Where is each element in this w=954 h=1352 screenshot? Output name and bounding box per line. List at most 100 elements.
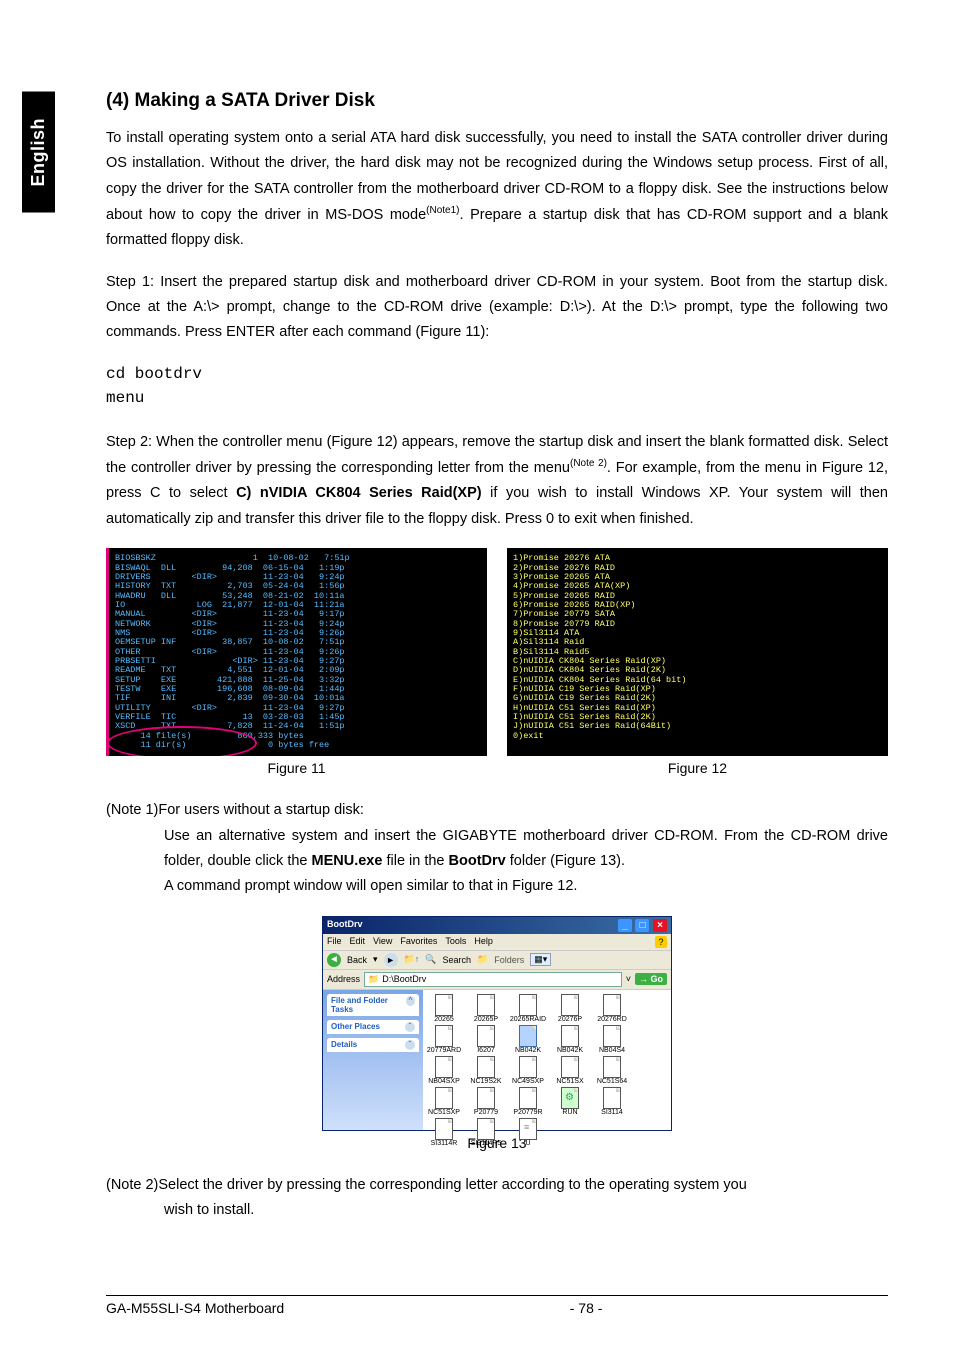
sidebar-details[interactable]: Details ˇ <box>327 1038 419 1052</box>
back-label[interactable]: Back <box>347 955 367 965</box>
note1-bold2: BootDrv <box>449 853 506 869</box>
note2-superscript: (Note 2) <box>570 458 607 469</box>
forward-icon[interactable]: ► <box>384 953 398 967</box>
sidebar-other-places[interactable]: Other Placesˇ <box>327 1020 419 1034</box>
go-label: Go <box>651 974 664 984</box>
file-item[interactable]: NB04S4 <box>593 1025 631 1054</box>
file-item[interactable]: NC51S64 <box>593 1056 631 1085</box>
file-label: NC51SX <box>551 1078 589 1085</box>
sidebar-file-tasks[interactable]: File and Folder Tasks^ <box>327 994 419 1016</box>
close-icon[interactable]: × <box>653 919 667 932</box>
address-label: Address <box>327 974 360 984</box>
explorer-titlebar: BootDrv _ □ × <box>323 917 671 934</box>
file-item[interactable]: 20276P <box>551 994 589 1023</box>
figure-13-explorer-window: BootDrv _ □ × File Edit View Favorites T… <box>322 916 672 1131</box>
note2-text-tail: wish to install. <box>164 1202 254 1218</box>
go-button[interactable]: → Go <box>635 973 667 985</box>
menu-help[interactable]: Help <box>474 936 493 948</box>
help-icon[interactable]: ? <box>655 936 667 948</box>
note1-superscript: (Note1) <box>426 205 459 216</box>
file-item[interactable]: 20265 <box>425 994 463 1023</box>
file-item[interactable]: 20779ARD <box>425 1025 463 1054</box>
minimize-icon[interactable]: _ <box>618 919 632 932</box>
sidebar-file-tasks-label: File and Folder Tasks <box>331 996 406 1014</box>
file-label: 20276P <box>551 1016 589 1023</box>
file-label: NC51SXP <box>425 1109 463 1116</box>
folders-label[interactable]: Folders <box>494 955 524 965</box>
views-icon[interactable]: ▦▾ <box>530 953 551 966</box>
file-label: NC51S64 <box>593 1078 631 1085</box>
file-icon <box>561 1087 579 1109</box>
explorer-sidebar: File and Folder Tasks^ Other Placesˇ Det… <box>323 990 423 1130</box>
cmd1: cd bootdrv <box>106 365 202 383</box>
file-item[interactable]: P20779 <box>467 1087 505 1116</box>
language-tab: English <box>22 92 55 213</box>
file-label: RUN <box>551 1109 589 1116</box>
up-icon[interactable]: 📁↑ <box>404 954 420 965</box>
file-label: I6207 <box>467 1047 505 1054</box>
file-label: 20265 <box>425 1016 463 1023</box>
file-icon <box>435 1056 453 1078</box>
note2-label: (Note 2) <box>106 1173 158 1198</box>
address-dropdown-icon[interactable]: ˅ <box>626 974 631 984</box>
file-item[interactable]: 20265RAID <box>509 994 547 1023</box>
paragraph-1: To install operating system onto a seria… <box>106 126 888 254</box>
cmd2: menu <box>106 389 144 407</box>
file-label: NB042K <box>509 1047 547 1054</box>
file-label: NC49SXP <box>509 1078 547 1085</box>
window-buttons: _ □ × <box>617 919 667 932</box>
note1-a: For users without a startup disk: <box>158 802 364 818</box>
file-icon <box>519 1118 537 1140</box>
file-item[interactable]: RUN <box>551 1087 589 1116</box>
file-item[interactable]: NB04SXP <box>425 1056 463 1085</box>
file-label: 20276RD <box>593 1016 631 1023</box>
maximize-icon[interactable]: □ <box>635 919 649 932</box>
file-item[interactable]: 20265P <box>467 994 505 1023</box>
file-label: 20265P <box>467 1016 505 1023</box>
file-item[interactable]: P20779R <box>509 1087 547 1116</box>
back-dropdown-icon[interactable]: ▾ <box>373 954 378 965</box>
file-item[interactable]: NB042K <box>551 1025 589 1054</box>
footer-left: GA-M55SLI-S4 Motherboard <box>106 1300 284 1316</box>
figure-12-terminal: 1)Promise 20276 ATA 2)Promise 20276 RAID… <box>507 548 888 756</box>
file-label: P20779 <box>467 1109 505 1116</box>
explorer-addressbar: Address 📁 D:\BootDrv ˅ → Go <box>323 970 671 990</box>
chevron-icon[interactable]: ˇ <box>405 1022 415 1032</box>
file-item[interactable]: NC51SXP <box>425 1087 463 1116</box>
file-item[interactable]: 20276RD <box>593 994 631 1023</box>
file-item[interactable]: NC19S2K <box>467 1056 505 1085</box>
note1-e: A command prompt window will open simila… <box>164 878 577 894</box>
file-icon <box>477 1025 495 1047</box>
file-icon <box>477 1056 495 1078</box>
file-item[interactable]: SI3114R <box>425 1118 463 1147</box>
menu-file[interactable]: File <box>327 936 342 948</box>
menu-favorites[interactable]: Favorites <box>400 936 437 948</box>
chevron-icon[interactable]: ˇ <box>405 1040 415 1050</box>
paragraph-3: Step 2: When the controller menu (Figure… <box>106 430 888 532</box>
file-item[interactable]: SI3114 <box>593 1087 631 1116</box>
page-footer: GA-M55SLI-S4 Motherboard - 78 - <box>106 1295 888 1316</box>
file-icon <box>477 994 495 1016</box>
file-label: NB042K <box>551 1047 589 1054</box>
file-item[interactable]: I6207 <box>467 1025 505 1054</box>
figure-13-caption: Figure 13 <box>106 1135 888 1151</box>
search-icon[interactable]: 🔍 <box>425 954 436 965</box>
file-icon <box>435 994 453 1016</box>
folders-icon[interactable]: 📁 <box>477 954 488 965</box>
menu-edit[interactable]: Edit <box>350 936 366 948</box>
file-item[interactable]: NC49SXP <box>509 1056 547 1085</box>
file-item[interactable]: NB042K <box>509 1025 547 1054</box>
search-label[interactable]: Search <box>442 955 471 965</box>
file-label: NB04S4 <box>593 1047 631 1054</box>
menu-view[interactable]: View <box>373 936 392 948</box>
file-icon <box>561 1025 579 1047</box>
file-icon <box>603 1087 621 1109</box>
address-field[interactable]: 📁 D:\BootDrv <box>364 972 622 987</box>
sidebar-details-label: Details <box>331 1040 357 1050</box>
menu-tools[interactable]: Tools <box>445 936 466 948</box>
note2-text-head: Select the driver by pressing the corres… <box>158 1177 746 1193</box>
chevron-icon[interactable]: ^ <box>406 996 415 1006</box>
section-title: (4) Making a SATA Driver Disk <box>106 90 888 112</box>
back-icon[interactable]: ◄ <box>327 953 341 967</box>
file-item[interactable]: NC51SX <box>551 1056 589 1085</box>
